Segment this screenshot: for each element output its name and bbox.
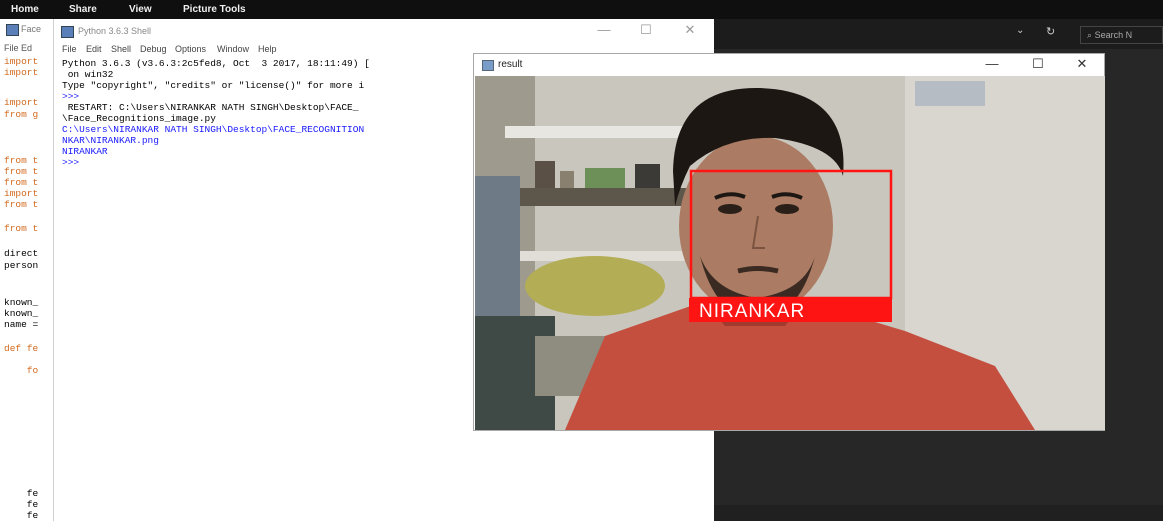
code-line: fe	[4, 488, 39, 499]
code-line: known_	[4, 308, 39, 319]
explorer-ribbon: Home Share View Picture Tools	[0, 0, 1163, 19]
code-line: from t	[4, 155, 39, 166]
code-line: direct	[4, 248, 39, 259]
shell-line: NIRANKAR	[62, 146, 108, 157]
shell-close-button[interactable]: ✕	[680, 22, 700, 38]
menu-edit[interactable]: Edit	[86, 44, 102, 54]
shell-line: C:\Users\NIRANKAR NATH SINGH\Desktop\FAC…	[62, 124, 365, 135]
shell-line: on win32	[62, 69, 114, 80]
webcam-frame: NIRANKAR	[475, 76, 1105, 430]
ribbon-tab-view[interactable]: View	[129, 4, 152, 15]
webcam-image: NIRANKAR	[475, 76, 1105, 430]
shell-minimize-button[interactable]: —	[594, 22, 614, 37]
code-line: import	[4, 97, 39, 108]
result-title: result	[498, 59, 523, 70]
shell-prompt: >>>	[62, 91, 80, 102]
refresh-icon[interactable]: ↻	[1046, 25, 1055, 38]
code-line: import	[4, 56, 39, 67]
code-line: person	[4, 260, 39, 271]
code-line: fo	[4, 365, 39, 376]
ribbon-tab-home[interactable]: Home	[11, 4, 39, 15]
python-shell-icon	[61, 26, 74, 38]
menu-shell[interactable]: Shell	[111, 44, 131, 54]
result-minimize-button[interactable]: —	[982, 56, 1002, 71]
window-icon	[482, 60, 494, 71]
shell-line: NKAR\NIRANKAR.png	[62, 135, 159, 146]
code-line: def fe	[4, 343, 39, 354]
code-line: from g	[4, 109, 39, 120]
menu-file[interactable]: File	[62, 44, 77, 54]
editor-title: Face	[21, 24, 42, 34]
result-maximize-button[interactable]: ☐	[1028, 56, 1048, 72]
face-label: NIRANKAR	[699, 301, 805, 322]
result-close-button[interactable]: ✕	[1072, 56, 1092, 72]
code-line: import	[4, 188, 39, 199]
shell-line: Type "copyright", "credits" or "license(…	[62, 80, 365, 91]
shell-title-bar: Python 3.6.3 Shell — ☐ ✕	[54, 19, 713, 43]
code-line: name =	[4, 319, 39, 330]
code-line: from t	[4, 177, 39, 188]
ribbon-tab-share[interactable]: Share	[69, 4, 97, 15]
shell-line: RESTART: C:\Users\NIRANKAR NATH SINGH\De…	[62, 102, 359, 113]
shell-maximize-button[interactable]: ☐	[636, 22, 656, 38]
menu-options[interactable]: Options	[175, 44, 206, 54]
search-input[interactable]: ⌕ Search N	[1080, 26, 1163, 44]
menu-debug[interactable]: Debug	[140, 44, 167, 54]
shell-line: \Face_Recognitions_image.py	[62, 113, 216, 124]
result-title-bar: result — ☐ ✕	[474, 54, 1104, 76]
code-line: import	[4, 67, 39, 78]
chevron-down-icon[interactable]: ⌄	[1016, 25, 1024, 36]
shell-line: Python 3.6.3 (v3.6.3:2c5fed8, Oct 3 2017…	[62, 58, 370, 69]
horizontal-scrollbar[interactable]	[712, 505, 1163, 521]
ribbon-tab-picture-tools[interactable]: Picture Tools	[183, 4, 246, 15]
editor-menu-label: File Ed	[4, 43, 33, 53]
menu-help[interactable]: Help	[258, 44, 277, 54]
shell-output[interactable]: Python 3.6.3 (v3.6.3:2c5fed8, Oct 3 2017…	[54, 56, 474, 186]
editor-menu[interactable]: File Ed	[0, 42, 60, 55]
editor-title-bar: Face	[0, 19, 60, 41]
python-file-icon	[6, 24, 19, 36]
code-line: from t	[4, 166, 39, 177]
shell-prompt: >>>	[62, 157, 85, 168]
search-placeholder: Search N	[1094, 30, 1133, 40]
code-line: fe	[4, 499, 39, 510]
search-icon: ⌕	[1087, 30, 1093, 40]
code-line: from t	[4, 223, 39, 234]
code-line: fe	[4, 510, 39, 521]
code-line: from t	[4, 199, 39, 210]
shell-title: Python 3.6.3 Shell	[78, 26, 152, 36]
code-line: known_	[4, 297, 39, 308]
menu-window[interactable]: Window	[217, 44, 249, 54]
